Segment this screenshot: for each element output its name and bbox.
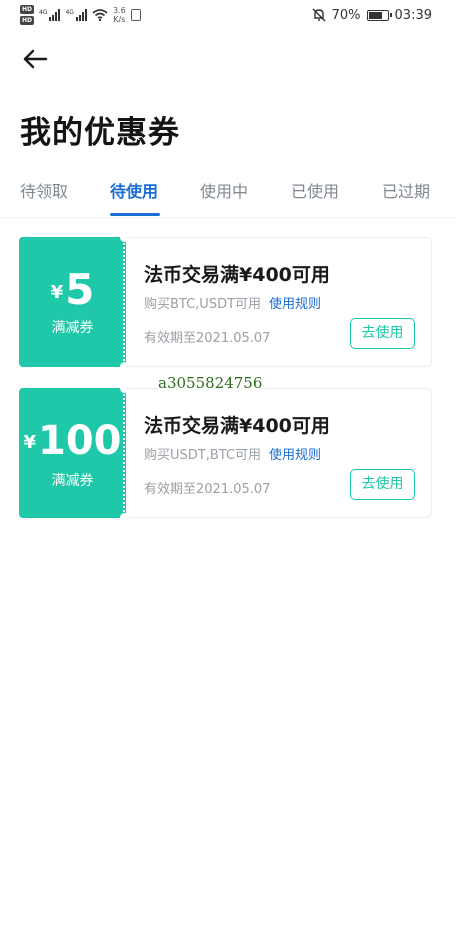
bell-muted-icon: [312, 8, 326, 22]
status-right: 70% 03:39: [312, 0, 432, 30]
coupon-validity: 有效期至2021.05.07: [144, 331, 271, 346]
coupon-desc-text: 购买BTC,USDT可用: [144, 297, 262, 312]
coupon-amount: ¥5: [19, 265, 126, 314]
coupon-type: 满减券: [51, 320, 94, 336]
coupon-value: 5: [65, 265, 95, 314]
page-title: 我的优惠券: [20, 115, 180, 151]
tab-used[interactable]: 已使用: [291, 178, 339, 216]
hd-badge-2: HD: [20, 16, 35, 25]
coupon-card: ¥5 满减券 法币交易满¥400可用 购买BTC,USDT可用 使用规则 有效期至…: [19, 233, 432, 371]
battery-percent: 70%: [331, 7, 361, 23]
coupon-details: 法币交易满¥400可用 购买USDT,BTC可用 使用规则 有效期至2021.05…: [126, 388, 432, 518]
signal-2-icon: 4G: [65, 9, 87, 21]
coupon-value: 100: [38, 418, 122, 464]
use-coupon-button[interactable]: 去使用: [350, 318, 415, 349]
currency-symbol: ¥: [50, 282, 64, 303]
coupon-type: 满减券: [51, 473, 94, 489]
coupon-amount: ¥100: [19, 418, 126, 464]
coupon-title: 法币交易满¥400可用: [144, 264, 330, 286]
tab-in-use[interactable]: 使用中: [200, 178, 248, 216]
coupon-description: 购买USDT,BTC可用 使用规则: [144, 444, 321, 463]
coupon-card: ¥100 满减券 法币交易满¥400可用 购买USDT,BTC可用 使用规则 有效…: [19, 384, 432, 522]
net-speed-unit: K/s: [113, 15, 126, 24]
tab-expired[interactable]: 已过期: [382, 178, 430, 216]
use-coupon-button[interactable]: 去使用: [350, 469, 415, 500]
coupon-amount-panel: ¥100 满减券: [19, 384, 129, 522]
usage-rules-link[interactable]: 使用规则: [269, 448, 321, 463]
currency-symbol: ¥: [23, 432, 37, 453]
battery-icon: [366, 9, 392, 21]
coupon-details: 法币交易满¥400可用 购买BTC,USDT可用 使用规则 有效期至2021.05…: [126, 237, 432, 367]
signal-2-label: 4G: [65, 9, 74, 16]
coupon-title: 法币交易满¥400可用: [144, 415, 330, 437]
arrow-left-icon: [23, 49, 48, 69]
coupon-desc-text: 购买USDT,BTC可用: [144, 448, 262, 463]
signal-1-label: 4G: [39, 9, 48, 16]
tab-to-use[interactable]: 待使用: [110, 178, 158, 216]
net-speed: 3.6 K/s: [113, 6, 126, 24]
tab-to-claim[interactable]: 待领取: [20, 178, 68, 216]
watermark-text: a3055824756: [158, 374, 263, 392]
hd-indicators: HD HD: [20, 5, 35, 25]
coupon-amount-panel: ¥5 满减券: [19, 233, 129, 371]
status-left: HD HD 4G 4G 3.6 K/s: [20, 2, 141, 28]
coupon-validity: 有效期至2021.05.07: [144, 482, 271, 497]
sim-card-icon: [130, 9, 141, 21]
clock: 03:39: [394, 7, 432, 23]
hd-badge-1: HD: [20, 5, 35, 14]
wifi-icon: [92, 9, 108, 21]
status-bar: HD HD 4G 4G 3.6 K/s 70% 03:39: [0, 0, 456, 30]
coupon-description: 购买BTC,USDT可用 使用规则: [144, 293, 321, 312]
tab-bar: 待领取 待使用 使用中 已使用 已过期: [0, 178, 456, 218]
usage-rules-link[interactable]: 使用规则: [269, 297, 321, 312]
active-tab-indicator: [110, 213, 160, 216]
net-speed-value: 3.6: [112, 6, 126, 15]
signal-1-icon: 4G: [39, 9, 61, 21]
back-button[interactable]: [20, 44, 50, 74]
